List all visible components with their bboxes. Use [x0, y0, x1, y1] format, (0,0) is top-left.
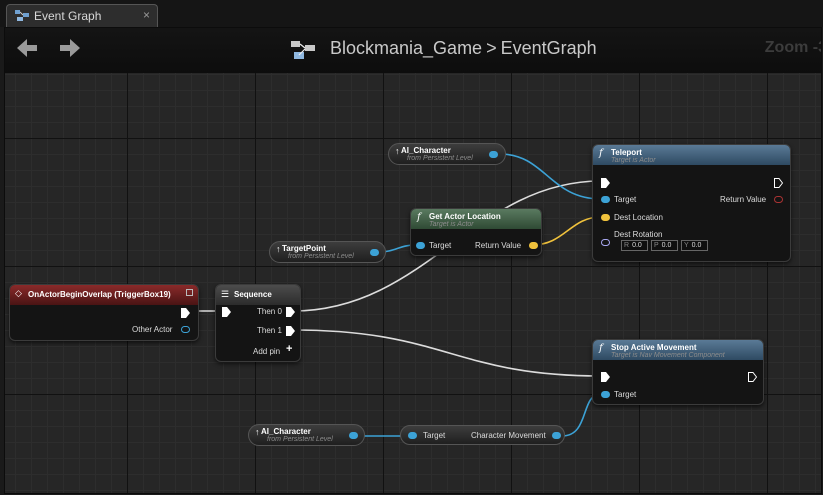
- field-value: 0.0: [661, 242, 672, 249]
- node-title: AI_Character: [261, 427, 311, 436]
- sequence-node[interactable]: ☰ Sequence Then 0 Then 1 Add pin +: [215, 284, 301, 362]
- pin-label-other-actor: Other Actor: [132, 325, 173, 334]
- output-pin[interactable]: [349, 432, 358, 439]
- target-point-node[interactable]: ↑ TargetPoint from Persistent Level: [269, 241, 386, 263]
- field-label: P: [654, 242, 659, 249]
- then0-exec-pin[interactable]: [286, 307, 295, 317]
- actor-ref-icon: ↑: [276, 244, 281, 254]
- node-title: Get Actor Location: [429, 212, 501, 221]
- field-value: 0.0: [632, 242, 642, 249]
- pin-label-target: Target: [614, 390, 637, 399]
- field-label: Y: [684, 242, 689, 249]
- pin-label-return-value: Return Value: [475, 241, 522, 250]
- plus-icon[interactable]: +: [286, 343, 292, 355]
- event-icon: ◇: [15, 288, 22, 298]
- rotation-y-field[interactable]: Y 0.0: [681, 240, 708, 251]
- node-title: Teleport: [611, 148, 642, 157]
- rotation-p-field[interactable]: P 0.0: [651, 240, 678, 251]
- target-pin[interactable]: [416, 242, 425, 249]
- dest-location-pin[interactable]: [601, 214, 610, 221]
- ai-character-bottom-node[interactable]: ↑ AI_Character from Persistent Level: [248, 424, 365, 446]
- stop-active-movement-node[interactable]: f Stop Active Movement Target is Nav Mov…: [592, 339, 764, 405]
- wire-aichar-to-teleport-target: [499, 153, 602, 200]
- pin-label-dest-location: Dest Location: [614, 213, 663, 222]
- character-movement-node[interactable]: Target Character Movement: [400, 425, 565, 445]
- output-pin[interactable]: [370, 249, 379, 256]
- tab-label: Event Graph: [34, 9, 102, 23]
- exec-in-pin[interactable]: [222, 307, 231, 317]
- on-actor-begin-overlap-node[interactable]: ◇ OnActorBeginOverlap (TriggerBox19) Oth…: [9, 284, 199, 341]
- node-header: f Get Actor Location Target is Actor: [411, 209, 541, 229]
- rotation-r-field[interactable]: R 0.0: [621, 240, 648, 251]
- node-title: Stop Active Movement: [611, 343, 697, 352]
- return-value-pin[interactable]: [774, 196, 783, 203]
- wire-then1-to-stopmovement: [292, 329, 602, 377]
- node-title: TargetPoint: [282, 244, 326, 253]
- sequence-icon: ☰: [221, 289, 230, 299]
- exec-out-pin[interactable]: [748, 372, 757, 382]
- node-subtitle: from Persistent Level: [288, 253, 354, 260]
- actor-ref-icon: ↑: [395, 146, 400, 156]
- tab-bar: Event Graph ×: [0, 0, 823, 27]
- pin-label-target: Target: [423, 431, 446, 440]
- pin-label-character-movement: Character Movement: [471, 431, 546, 440]
- node-subtitle: from Persistent Level: [407, 155, 473, 162]
- field-label: R: [624, 242, 630, 249]
- exec-out-pin[interactable]: [181, 308, 190, 318]
- tab-event-graph[interactable]: Event Graph ×: [6, 4, 158, 27]
- target-pin[interactable]: [408, 432, 417, 439]
- node-subtitle: Target is Actor: [429, 221, 474, 228]
- pin-label-then1: Then 1: [257, 326, 282, 335]
- node-header: f Stop Active Movement Target is Nav Mov…: [593, 340, 763, 360]
- pin-label-target: Target: [429, 241, 452, 250]
- output-pin[interactable]: [489, 151, 498, 158]
- add-pin-button[interactable]: Add pin: [253, 347, 280, 356]
- exec-in-pin[interactable]: [601, 178, 610, 188]
- node-header: f Teleport Target is Actor: [593, 145, 790, 165]
- other-actor-pin[interactable]: [181, 326, 190, 333]
- node-subtitle: Target is Nav Movement Component: [611, 352, 725, 359]
- exec-in-pin[interactable]: [601, 372, 610, 382]
- node-title: AI_Character: [401, 146, 451, 155]
- get-actor-location-node[interactable]: f Get Actor Location Target is Actor Tar…: [410, 208, 542, 256]
- function-icon: f: [599, 148, 603, 159]
- event-graph-canvas[interactable]: Blockmania_Game > EventGraph Zoom -3 ↑ AI_…: [4, 27, 822, 494]
- function-icon: f: [599, 343, 603, 354]
- node-title: OnActorBeginOverlap (TriggerBox19): [28, 290, 171, 299]
- target-pin[interactable]: [601, 196, 610, 203]
- pin-label-return-value: Return Value: [720, 195, 767, 204]
- field-value: 0.0: [691, 242, 702, 249]
- dest-rotation-pin[interactable]: [601, 239, 610, 246]
- function-icon: f: [417, 212, 421, 223]
- graph-icon: [15, 10, 29, 21]
- node-header: ◇ OnActorBeginOverlap (TriggerBox19): [10, 285, 198, 305]
- node-header: ☰ Sequence: [216, 285, 300, 305]
- teleport-node[interactable]: f Teleport Target is Actor Target Return…: [592, 144, 791, 262]
- square-icon: [186, 289, 193, 296]
- then1-exec-pin[interactable]: [286, 326, 295, 336]
- node-title: Sequence: [234, 290, 272, 299]
- character-movement-pin[interactable]: [552, 432, 561, 439]
- pin-label-dest-rotation: Dest Rotation: [614, 230, 663, 239]
- pin-label-target: Target: [614, 195, 637, 204]
- return-value-pin[interactable]: [529, 242, 538, 249]
- ai-character-node[interactable]: ↑ AI_Character from Persistent Level: [388, 143, 506, 165]
- actor-ref-icon: ↑: [255, 427, 260, 437]
- target-pin[interactable]: [601, 391, 610, 398]
- node-subtitle: Target is Actor: [611, 157, 656, 164]
- wire-getloc-to-destlocation: [531, 216, 602, 246]
- pin-label-then0: Then 0: [257, 307, 282, 316]
- exec-out-pin[interactable]: [774, 178, 783, 188]
- close-icon[interactable]: ×: [143, 8, 150, 22]
- node-subtitle: from Persistent Level: [267, 436, 333, 443]
